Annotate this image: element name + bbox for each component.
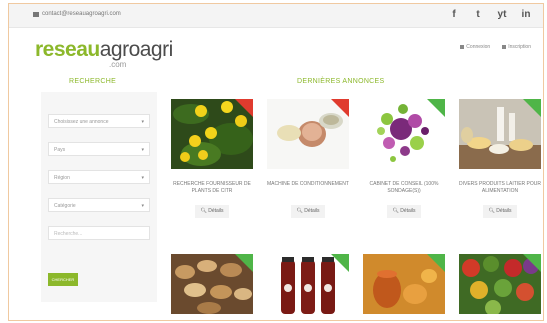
ad-card[interactable] bbox=[363, 254, 445, 314]
ad-type-ribbon bbox=[427, 254, 445, 272]
user-icon bbox=[502, 45, 507, 49]
lemon-tree-image[interactable] bbox=[171, 99, 253, 169]
contact-email[interactable]: contact@reseauagroagri.com bbox=[33, 11, 121, 17]
login-link[interactable]: Connexion bbox=[460, 44, 490, 50]
site-logo[interactable]: reseauagroagri .com bbox=[35, 38, 174, 69]
envelope-icon bbox=[33, 11, 39, 17]
account-links: Connexion Inscription bbox=[460, 44, 531, 50]
jam-jar-image[interactable] bbox=[363, 254, 445, 314]
ad-type-ribbon bbox=[235, 254, 253, 272]
logo-part-a: reseau bbox=[35, 38, 100, 61]
country-value: Pays bbox=[54, 147, 66, 153]
ad-type-ribbon bbox=[331, 254, 349, 272]
top-bar: contact@reseauagroagri.com f t yt in bbox=[9, 4, 543, 28]
youtube-icon[interactable]: yt bbox=[497, 9, 507, 20]
login-label: Connexion bbox=[466, 44, 491, 50]
ad-title[interactable]: RECHERCHE FOURNISSEUR DE PLANTS DE CITR bbox=[171, 181, 253, 195]
facebook-icon[interactable]: f bbox=[449, 9, 459, 20]
logo-part-b: agroagri bbox=[99, 38, 174, 61]
page-frame: contact@reseauagroagri.com f t yt in res… bbox=[8, 3, 544, 321]
latest-ads-title: DERNIÈRES ANNONCES bbox=[297, 78, 385, 85]
logo-suffix: .com bbox=[109, 60, 127, 69]
ad-card[interactable] bbox=[267, 254, 349, 314]
packaging-machine-image[interactable] bbox=[267, 99, 349, 169]
ad-card[interactable]: MACHINE DE CONDITIONNEMENT 🔍︎ Détails bbox=[267, 99, 349, 218]
ad-type-value: Choisissez une annonce bbox=[54, 119, 109, 125]
contact-email-text: contact@reseauagroagri.com bbox=[42, 11, 121, 17]
ad-card[interactable] bbox=[171, 254, 253, 314]
search-section-title: RECHERCHE bbox=[69, 78, 117, 85]
details-button[interactable]: 🔍︎ Détails bbox=[483, 205, 517, 218]
register-link[interactable]: Inscription bbox=[502, 44, 531, 50]
region-select[interactable]: Région ▾ bbox=[48, 170, 150, 184]
details-label: Détails bbox=[304, 208, 320, 214]
register-label: Inscription bbox=[508, 44, 531, 50]
ad-title[interactable]: CABINET DE CONSEIL (100% SONDAGE(S)) bbox=[363, 181, 445, 195]
social-links: f t yt in bbox=[449, 9, 531, 20]
search-sidebar: Choisissez une annonce ▾ Pays ▾ Région ▾ Ca… bbox=[41, 92, 157, 302]
nuts-image[interactable] bbox=[171, 254, 253, 314]
sauce-bottles-image[interactable] bbox=[267, 254, 349, 314]
ad-title[interactable]: MACHINE DE CONDITIONNEMENT bbox=[267, 181, 349, 195]
ad-card[interactable]: CABINET DE CONSEIL (100% SONDAGE(S)) 🔍︎ … bbox=[363, 99, 445, 218]
ad-type-ribbon bbox=[331, 99, 349, 117]
chevron-down-icon: ▾ bbox=[141, 203, 144, 209]
ad-type-ribbon bbox=[235, 99, 253, 117]
ad-type-ribbon bbox=[427, 99, 445, 117]
chevron-down-icon: ▾ bbox=[141, 119, 144, 125]
chevron-down-icon: ▾ bbox=[141, 175, 144, 181]
chevron-down-icon: ▾ bbox=[141, 147, 144, 153]
country-select[interactable]: Pays ▾ bbox=[48, 142, 150, 156]
linkedin-icon[interactable]: in bbox=[521, 9, 531, 20]
twitter-icon[interactable]: t bbox=[473, 9, 483, 20]
lock-icon bbox=[460, 45, 465, 49]
search-input-placeholder: Recherche... bbox=[54, 231, 83, 237]
vegetables-image[interactable] bbox=[459, 254, 541, 314]
details-label: Détails bbox=[400, 208, 416, 214]
category-select[interactable]: Catégorie ▾ bbox=[48, 198, 150, 212]
ad-type-select[interactable]: Choisissez une annonce ▾ bbox=[48, 114, 150, 128]
dairy-products-image[interactable] bbox=[459, 99, 541, 169]
ad-card[interactable]: DIVERS PRODUITS LAITIER POUR ALIMENTATIO… bbox=[459, 99, 541, 218]
ad-title[interactable]: DIVERS PRODUITS LAITIER POUR ALIMENTATIO… bbox=[459, 181, 541, 195]
search-input[interactable]: Recherche... bbox=[48, 226, 150, 240]
category-value: Catégorie bbox=[54, 203, 76, 209]
details-label: Détails bbox=[208, 208, 224, 214]
ad-card[interactable]: RECHERCHE FOURNISSEUR DE PLANTS DE CITR … bbox=[171, 99, 253, 218]
consulting-logo-image[interactable] bbox=[363, 99, 445, 169]
details-label: Détails bbox=[496, 208, 512, 214]
details-button[interactable]: 🔍︎ Détails bbox=[387, 205, 421, 218]
search-button[interactable]: CHERCHER bbox=[48, 273, 78, 286]
details-button[interactable]: 🔍︎ Détails bbox=[195, 205, 229, 218]
ad-type-ribbon bbox=[523, 99, 541, 117]
ad-type-ribbon bbox=[523, 254, 541, 272]
ad-card[interactable] bbox=[459, 254, 541, 314]
details-button[interactable]: 🔍︎ Détails bbox=[291, 205, 325, 218]
region-value: Région bbox=[54, 175, 70, 181]
